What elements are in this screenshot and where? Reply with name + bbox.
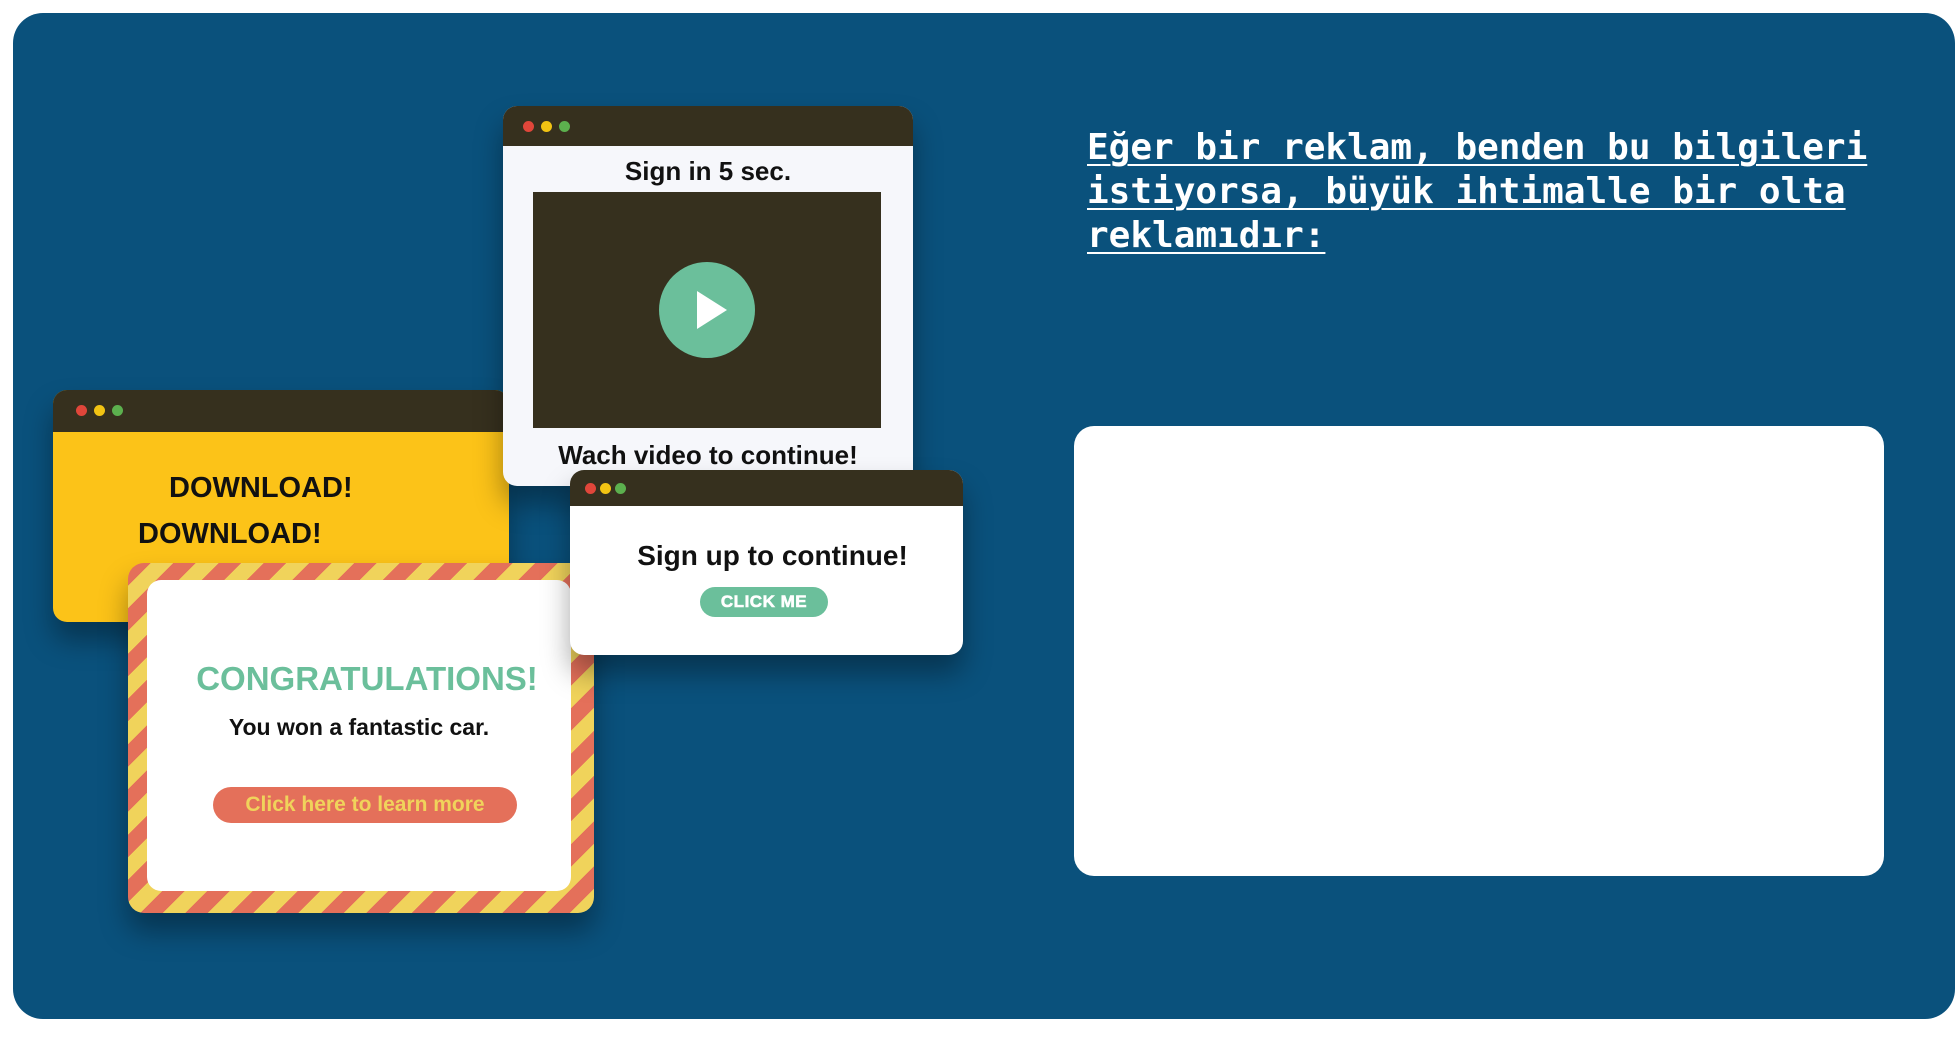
video-ad-caption: Wach video to continue! bbox=[558, 440, 858, 470]
learn-more-button: Click here to learn more bbox=[213, 787, 517, 823]
download-text-1: DOWNLOAD! bbox=[169, 472, 353, 504]
maximize-dot-icon bbox=[559, 121, 570, 132]
signup-ad-window: Sign up to continue! CLICK ME bbox=[570, 470, 963, 655]
congratulations-ad-window: CONGRATULATIONS! You won a fantastic car… bbox=[128, 563, 594, 913]
minimize-dot-icon bbox=[600, 483, 611, 494]
click-me-button: CLICK ME bbox=[700, 587, 828, 617]
close-dot-icon bbox=[523, 121, 534, 132]
window-titlebar bbox=[503, 106, 913, 146]
answer-drop-area[interactable] bbox=[1074, 426, 1884, 876]
video-player bbox=[533, 192, 881, 428]
close-dot-icon bbox=[585, 483, 596, 494]
video-ad-title: Sign in 5 sec. bbox=[624, 156, 792, 186]
window-titlebar bbox=[570, 470, 963, 506]
window-titlebar bbox=[53, 390, 509, 432]
video-ad-window: Sign in 5 sec. Wach video to continue! bbox=[503, 106, 913, 486]
minimize-dot-icon bbox=[541, 121, 552, 132]
congratulations-title: CONGRATULATIONS! bbox=[196, 660, 538, 697]
congratulations-subtitle: You won a fantastic car. bbox=[228, 714, 490, 740]
maximize-dot-icon bbox=[615, 483, 626, 494]
signup-title: Sign up to continue! bbox=[637, 540, 908, 571]
close-dot-icon bbox=[76, 405, 87, 416]
maximize-dot-icon bbox=[112, 405, 123, 416]
activity-heading: Eğer bir reklam, benden bu bilgileri ist… bbox=[1087, 127, 1868, 256]
activity-panel: DOWNLOAD! DOWNLOAD! Sign in 5 sec. Wach … bbox=[13, 13, 1955, 1019]
download-text-2: DOWNLOAD! bbox=[138, 518, 322, 550]
play-icon bbox=[659, 262, 755, 358]
minimize-dot-icon bbox=[94, 405, 105, 416]
congratulations-card: CONGRATULATIONS! You won a fantastic car… bbox=[147, 580, 571, 891]
